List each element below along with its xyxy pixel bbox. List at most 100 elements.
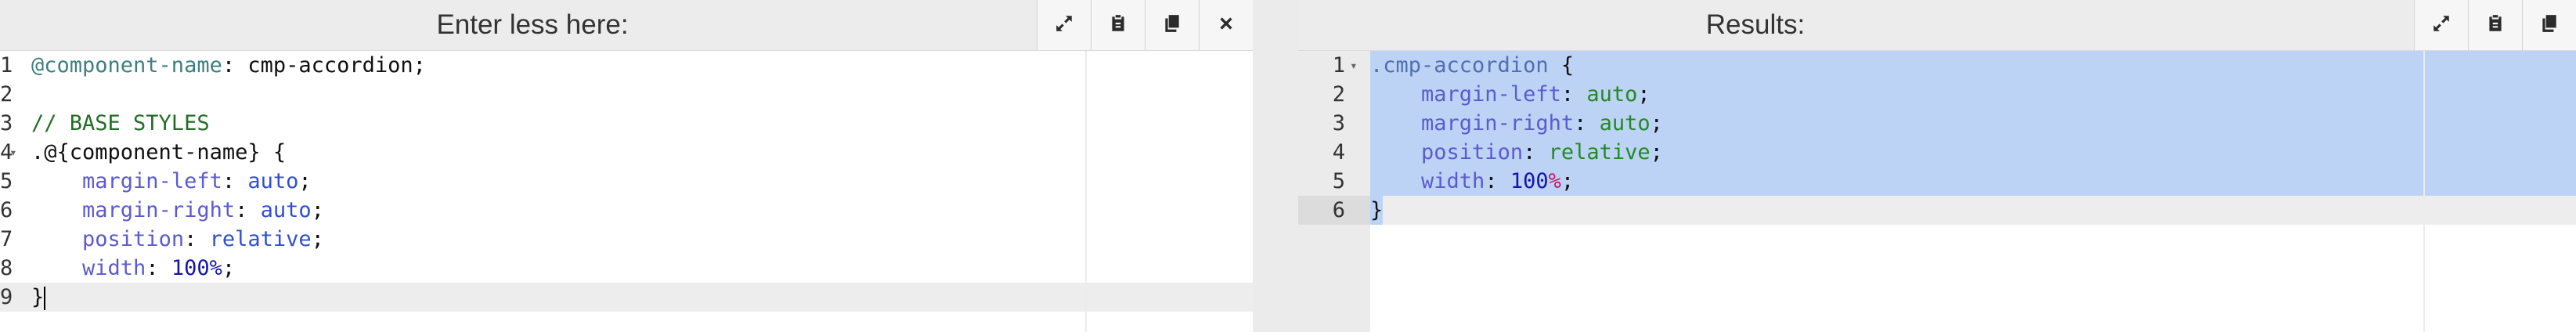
less-input-header: Enter less here: [0, 0, 1253, 51]
code-token: width [1421, 169, 1485, 193]
code-line[interactable]: 5 width: 100%; [1298, 167, 2576, 196]
code-token: : [1574, 111, 1600, 135]
code-line[interactable]: 1 @component-name: cmp-accordion; [0, 51, 1253, 80]
close-icon [1216, 13, 1236, 38]
line-number: 4 [1332, 140, 1345, 164]
code-token: ; [1650, 111, 1663, 135]
code-token: ; [311, 198, 324, 222]
code-line[interactable]: 2 [0, 80, 1253, 109]
code-line[interactable]: 3 margin-right: auto; [1298, 109, 2576, 138]
code-line[interactable]: 3 // BASE STYLES [0, 109, 1253, 138]
code-token: } [1370, 198, 1384, 222]
code-token: ; [1637, 82, 1651, 106]
code-text: @component-name: cmp-accordion; [31, 51, 426, 80]
print-margin [2423, 51, 2425, 332]
code-token: % [1548, 169, 1561, 193]
code-line[interactable]: 8 width: 100%; [0, 254, 1253, 283]
panel-divider [1253, 0, 1298, 332]
code-text: // BASE STYLES [31, 109, 210, 138]
less-paste-button[interactable] [1091, 0, 1145, 50]
code-line[interactable]: 7 position: relative; [0, 225, 1253, 254]
line-number: 1 [0, 53, 13, 78]
css-output-editor[interactable]: 1 ▾ .cmp-accordion {2 margin-left: auto; 3 … [1298, 51, 2576, 332]
results-title: Results: [1705, 9, 1806, 40]
code-line[interactable]: 4 position: relative; [1298, 138, 2576, 167]
code-token: position [82, 227, 185, 251]
code-token: : [235, 198, 261, 222]
code-token: ; [222, 256, 236, 280]
code-token: : [184, 227, 210, 251]
code-token: ; [1650, 140, 1663, 164]
code-line[interactable]: 5 margin-left: auto; [0, 167, 1253, 196]
paste-icon [2485, 13, 2506, 38]
copy-icon [1162, 13, 1182, 38]
line-number: 6 [1332, 198, 1345, 222]
less-input-panel: Enter less here: 1 @component-name: cmp-a… [0, 0, 1253, 332]
code-text: margin-right: auto; [1370, 109, 1663, 138]
paste-icon [1108, 13, 1128, 38]
results-expand-button[interactable] [2414, 0, 2468, 50]
code-text: } [1370, 196, 1383, 225]
code-text: margin-left: auto; [31, 167, 312, 196]
line-number: 3 [0, 111, 13, 135]
code-token: auto [260, 198, 312, 222]
code-token: margin-right [82, 198, 236, 222]
code-line[interactable]: 2 margin-left: auto; [1298, 80, 2576, 109]
code-text: width: 100%; [31, 254, 235, 283]
fold-toggle-icon[interactable]: ▾ [1350, 51, 1358, 80]
code-text: .@{component-name} { [31, 138, 286, 167]
line-number: 7 [0, 227, 13, 251]
code-token: : cmp-accordion; [222, 53, 426, 78]
code-token: .cmp-accordion [1370, 53, 1549, 78]
code-token: margin-left [82, 169, 222, 193]
line-number: 8 [0, 256, 13, 280]
fold-toggle-icon[interactable]: ▾ [9, 138, 17, 167]
less-expand-button[interactable] [1037, 0, 1091, 50]
code-text: margin-right: auto; [31, 196, 324, 225]
less-close-button[interactable] [1199, 0, 1253, 50]
less-input-toolbar [1037, 0, 1253, 50]
results-header: Results: [1298, 0, 2576, 51]
print-margin [1085, 51, 1087, 332]
code-token: : [222, 169, 248, 193]
less-copy-button[interactable] [1145, 0, 1199, 50]
line-number: 1 [1332, 53, 1345, 78]
code-text: position: relative; [1370, 138, 1663, 167]
line-number: 6 [0, 198, 13, 222]
line-number: 5 [0, 169, 13, 193]
code-line[interactable]: 9} [0, 283, 1253, 312]
line-number: 2 [1332, 82, 1345, 106]
line-number: 5 [1332, 169, 1345, 193]
copy-icon [2539, 13, 2560, 38]
code-token: position [1421, 140, 1524, 164]
code-text: margin-left: auto; [1370, 80, 1651, 109]
text-cursor [44, 286, 46, 310]
code-line[interactable]: 4 ▾ .@{component-name} { [0, 138, 1253, 167]
code-token: : [1523, 140, 1549, 164]
code-text: .cmp-accordion { [1370, 51, 1574, 80]
results-panel: Results: 1 ▾ .cmp-accordion {2 margin-left… [1298, 0, 2576, 332]
code-token: } [31, 285, 45, 309]
code-token: 100% [171, 256, 222, 280]
code-text: width: 100%; [1370, 167, 1574, 196]
code-token: relative [209, 227, 312, 251]
code-token: relative [1548, 140, 1651, 164]
code-token: 100 [1510, 169, 1549, 193]
results-copy-button[interactable] [2522, 0, 2576, 50]
less-code-editor[interactable]: 1 @component-name: cmp-accordion; 2 3 // BAS… [0, 51, 1253, 332]
code-token: : [1485, 169, 1510, 193]
results-paste-button[interactable] [2468, 0, 2522, 50]
code-line[interactable]: 6} [1298, 196, 2576, 225]
code-line[interactable]: 1 ▾ .cmp-accordion { [1298, 51, 2576, 80]
code-token: margin-right [1421, 111, 1575, 135]
code-token: @component-name [31, 53, 222, 78]
code-text: } [31, 283, 46, 312]
code-line[interactable]: 6 margin-right: auto; [0, 196, 1253, 225]
code-token: // BASE STYLES [31, 111, 210, 135]
